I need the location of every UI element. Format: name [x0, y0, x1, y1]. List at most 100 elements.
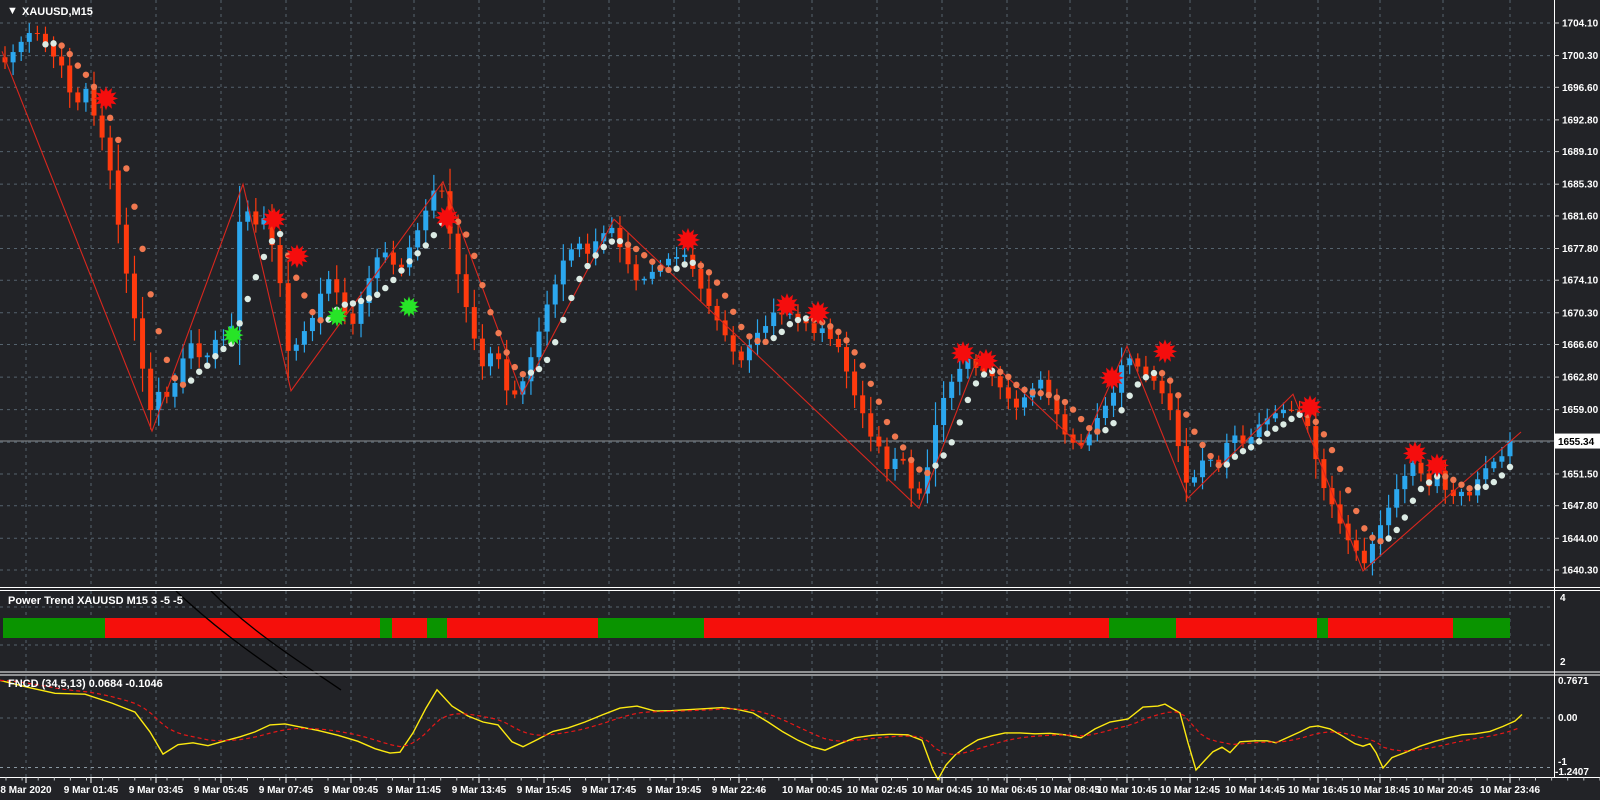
time-axis-label[interactable]: 10 Mar 14:45: [1225, 785, 1285, 796]
time-axis-label[interactable]: 10 Mar 04:45: [912, 785, 972, 796]
ma-dot-down: [1345, 487, 1351, 493]
price-axis-label[interactable]: 1651.50: [1562, 469, 1599, 480]
candle-body: [674, 257, 679, 259]
price-axis-label[interactable]: 1659.00: [1562, 405, 1599, 416]
ma-dot-down: [851, 349, 857, 355]
fncd-zero-label: 0.00: [1558, 713, 1578, 724]
ma-dot-down: [900, 444, 906, 450]
ma-dot-down: [495, 330, 501, 336]
ma-dot-down: [625, 241, 631, 247]
candle-body: [172, 383, 177, 397]
candle-body: [19, 42, 24, 52]
price-axis-label[interactable]: 1677.80: [1562, 244, 1599, 255]
time-axis-label[interactable]: 10 Mar 06:45: [977, 785, 1037, 796]
trend-band-segment-up: [380, 618, 392, 638]
ma-dot-down: [123, 165, 129, 171]
ma-dot-down: [1005, 374, 1011, 380]
candle-body: [1313, 426, 1318, 459]
ma-dot-up: [220, 346, 226, 352]
price-axis-label[interactable]: 1662.80: [1562, 373, 1599, 384]
ma-dot-up: [528, 369, 534, 375]
symbol-title: XAUUSD,M15: [22, 6, 93, 18]
symbol-dropdown-icon[interactable]: ▼: [7, 5, 18, 17]
ma-dot-down: [1207, 453, 1213, 459]
candle-body: [836, 339, 841, 347]
candle-body: [1281, 410, 1286, 413]
ma-dot-up: [1491, 479, 1497, 485]
time-axis-label[interactable]: 9 Mar 11:45: [387, 785, 441, 796]
time-axis-label[interactable]: 9 Mar 15:45: [517, 785, 572, 796]
candle-body: [1111, 393, 1116, 406]
price-axis-label[interactable]: 1689.10: [1562, 147, 1599, 158]
price-axis-label[interactable]: 1670.30: [1562, 308, 1599, 319]
ma-dot-down: [503, 349, 509, 355]
ma-dot-down: [1062, 399, 1068, 405]
time-axis-label[interactable]: 9 Mar 03:45: [129, 785, 184, 796]
time-axis-label[interactable]: 9 Mar 05:45: [194, 785, 249, 796]
ma-dot-up: [245, 296, 251, 302]
price-axis-label[interactable]: 1644.00: [1562, 534, 1599, 545]
ma-dot-down: [1199, 442, 1205, 448]
time-axis-label[interactable]: 10 Mar 20:45: [1413, 785, 1473, 796]
ma-dot-up: [1127, 393, 1133, 399]
candle-body: [310, 318, 315, 331]
time-axis-label[interactable]: 10 Mar 18:45: [1350, 785, 1410, 796]
candle-body: [350, 313, 355, 323]
main-chart-plot[interactable]: [0, 0, 1554, 587]
candle-body: [561, 261, 566, 285]
price-axis-label[interactable]: 1685.30: [1562, 180, 1599, 191]
ma-dot-up: [374, 292, 380, 298]
ma-dot-down: [479, 282, 485, 288]
ma-dot-up: [592, 252, 598, 258]
time-axis-label[interactable]: 10 Mar 12:45: [1160, 785, 1220, 796]
time-axis-label[interactable]: 8 Mar 2020: [0, 785, 52, 796]
ma-dot-up: [366, 295, 372, 301]
price-axis-label[interactable]: 1674.10: [1562, 276, 1599, 287]
time-axis-label[interactable]: 10 Mar 23:46: [1480, 785, 1540, 796]
candle-body: [59, 57, 64, 66]
time-axis-label[interactable]: 10 Mar 10:45: [1097, 785, 1157, 796]
time-axis-label[interactable]: 9 Mar 22:46: [712, 785, 767, 796]
price-axis-label[interactable]: 1704.10: [1562, 19, 1599, 30]
time-axis-label[interactable]: 9 Mar 13:45: [452, 785, 507, 796]
time-axis-label[interactable]: 10 Mar 16:45: [1288, 785, 1348, 796]
time-axis-label[interactable]: 10 Mar 02:45: [847, 785, 907, 796]
ma-dot-down: [1458, 481, 1464, 487]
price-axis-label[interactable]: 1681.60: [1562, 211, 1599, 222]
time-axis-label[interactable]: 10 Mar 00:45: [782, 785, 842, 796]
ma-dot-down: [75, 62, 81, 68]
candle-body: [294, 345, 299, 351]
price-axis-label[interactable]: 1647.80: [1562, 501, 1599, 512]
ma-dot-up: [196, 369, 202, 375]
ma-dot-down: [512, 364, 518, 370]
ma-dot-down: [91, 84, 97, 90]
time-axis-label[interactable]: 9 Mar 07:45: [259, 785, 314, 796]
price-axis-label[interactable]: 1700.30: [1562, 51, 1599, 62]
price-axis-label[interactable]: 1640.30: [1562, 566, 1599, 577]
ma-dot-down: [1361, 525, 1367, 531]
trend-band-segment-down: [1176, 618, 1317, 638]
price-axis-label[interactable]: 1692.80: [1562, 115, 1599, 126]
candle-body: [480, 339, 485, 367]
price-axis-label[interactable]: 1696.60: [1562, 83, 1599, 94]
candle-body: [116, 170, 121, 224]
time-axis-label[interactable]: 9 Mar 19:45: [647, 785, 702, 796]
candle-body: [1127, 358, 1132, 365]
price-axis-label[interactable]: 1666.60: [1562, 340, 1599, 351]
ma-dot-up: [1264, 430, 1270, 436]
time-axis-label[interactable]: 9 Mar 17:45: [582, 785, 637, 796]
ma-dot-down: [1046, 392, 1052, 398]
ma-dot-down: [1054, 394, 1060, 400]
ma-dot-up: [1483, 484, 1489, 490]
time-axis-label[interactable]: 10 Mar 08:45: [1040, 785, 1100, 796]
candle-body: [852, 372, 857, 396]
ma-dot-up: [390, 277, 396, 283]
time-axis-label[interactable]: 9 Mar 09:45: [324, 785, 379, 796]
ma-dot-up: [1135, 381, 1141, 387]
ma-dot-down: [884, 419, 890, 425]
candle-body: [1483, 468, 1488, 479]
time-axis-label[interactable]: 9 Mar 01:45: [64, 785, 119, 796]
ma-dot-down: [1078, 416, 1084, 422]
ma-dot-up: [1143, 374, 1149, 380]
ma-dot-up: [617, 238, 623, 244]
